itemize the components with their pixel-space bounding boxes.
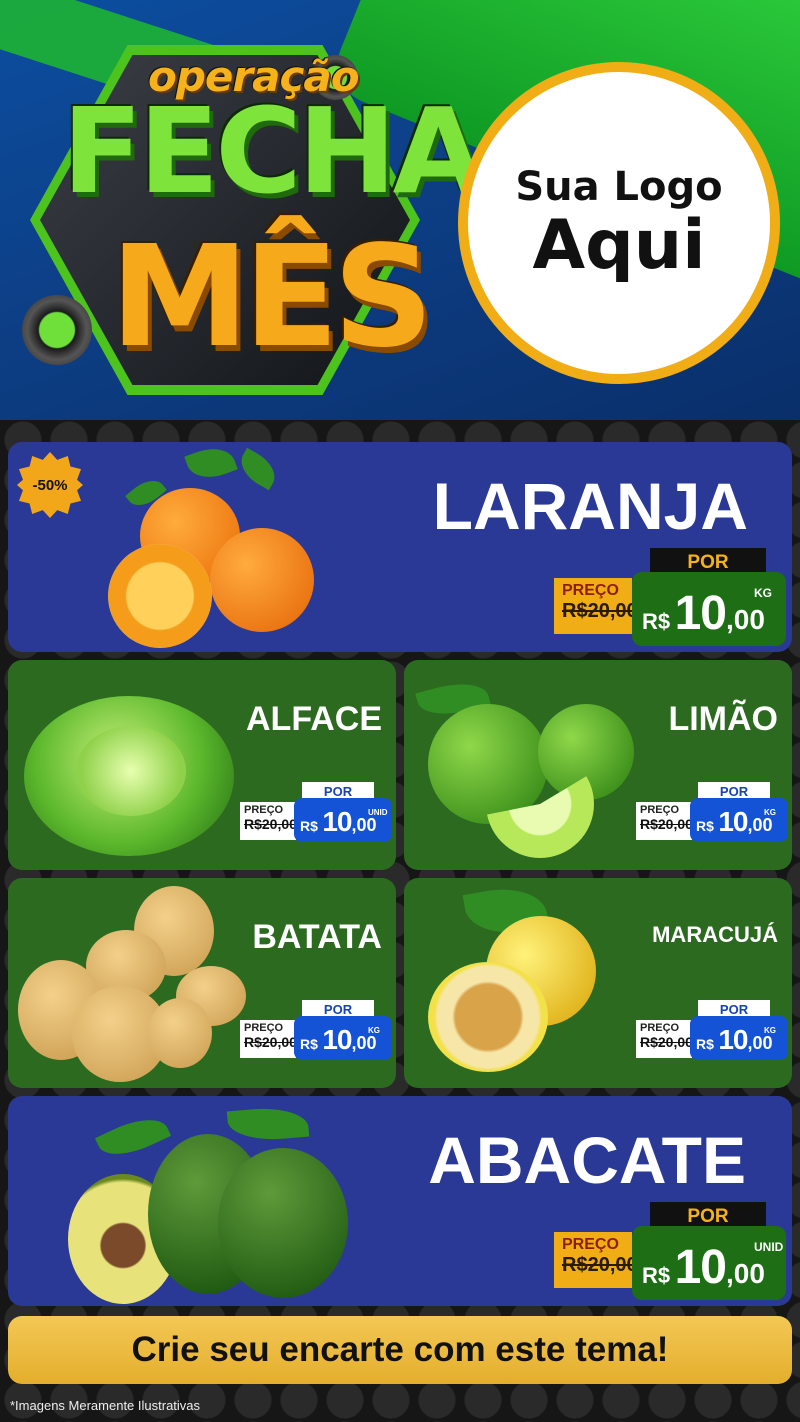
current-price: R$ 10,00 [690, 1016, 788, 1060]
product-name: LARANJA [432, 469, 748, 543]
current-price: R$ 10,00 [294, 798, 392, 842]
passion-fruit-image [426, 881, 626, 1082]
price-tag: POR PREÇO R$20,00 R$ 10,00 KG [240, 1000, 392, 1064]
price-cents: ,00 [747, 1033, 773, 1053]
unit-label: KG [764, 1026, 776, 1035]
price-cents: ,00 [725, 604, 765, 635]
header-banner: operação FECHA MÊS Sua Logo Aqui [0, 0, 800, 420]
currency: R$ [696, 818, 714, 834]
title-fecha: FECHA [62, 82, 484, 220]
product-card-limao: LIMÃO POR PREÇO R$20,00 R$ 10,00 KG [404, 660, 792, 870]
price-tag: POR PREÇO R$20,00 R$ 10,00 UNID [554, 1202, 792, 1302]
currency: R$ [642, 1263, 671, 1288]
logo-text-line2: Aqui [532, 206, 706, 286]
orange-image [98, 442, 328, 648]
price-int: 10 [718, 1024, 748, 1055]
unit-label: KG [764, 808, 776, 817]
product-name: ALFACE [246, 700, 382, 738]
current-price: R$ 10,00 [632, 1226, 786, 1300]
old-price-box: PREÇO R$20,00 [240, 802, 297, 840]
product-name: ABACATE [428, 1123, 746, 1197]
product-card-batata: BATATA POR PREÇO R$20,00 R$ 10,00 KG [8, 878, 396, 1088]
preco-label: PREÇO [640, 804, 680, 816]
old-price: R$20,00 [640, 816, 693, 832]
preco-label: PREÇO [562, 1236, 619, 1253]
unit-label: UNID [754, 1240, 784, 1254]
lime-image [415, 674, 638, 860]
product-name: MARACUJÁ [652, 922, 778, 947]
old-price-box: PREÇO R$20,00 [636, 802, 693, 840]
currency: R$ [300, 1036, 318, 1052]
flyer-page: operação FECHA MÊS Sua Logo Aqui LARANJA… [0, 0, 800, 1422]
old-price-box: PREÇO R$20,00 [554, 578, 638, 634]
product-card-alface: ALFACE POR PREÇO R$20,00 R$ 10,00 UNID [8, 660, 396, 870]
padlock-icon [22, 295, 92, 365]
price-cents: ,00 [747, 815, 773, 835]
old-price: R$20,00 [562, 1254, 638, 1276]
disclaimer: *Imagens Meramente Ilustrativas [10, 1398, 201, 1413]
unit-label: KG [754, 586, 772, 600]
price-cents: ,00 [351, 1033, 377, 1053]
old-price: R$20,00 [244, 816, 297, 832]
potato-image [16, 886, 246, 1082]
preco-label: PREÇO [244, 1022, 284, 1034]
price-int: 10 [718, 806, 748, 837]
currency: R$ [696, 1036, 714, 1052]
current-price: R$ 10,00 [294, 1016, 392, 1060]
price-int: 10 [322, 1024, 352, 1055]
old-price: R$20,00 [640, 1034, 693, 1050]
price-tag: POR PREÇO R$20,00 R$ 10,00 KG [636, 782, 788, 846]
title-mes: MÊS [110, 216, 434, 379]
unit-label: KG [368, 1026, 380, 1035]
price-tag: POR PREÇO R$20,00 R$ 10,00 KG [554, 548, 792, 648]
price-int: 10 [674, 1241, 727, 1294]
old-price-box: PREÇO R$20,00 [554, 1232, 638, 1288]
logo-text-line1: Sua Logo [515, 164, 723, 211]
preco-label: PREÇO [640, 1022, 680, 1034]
product-card-maracuja: MARACUJÁ POR PREÇO R$20,00 R$ 10,00 KG [404, 878, 792, 1088]
preco-label: PREÇO [562, 582, 619, 599]
old-price: R$20,00 [244, 1034, 297, 1050]
price-tag: POR PREÇO R$20,00 R$ 10,00 UNID [240, 782, 392, 846]
product-name: LIMÃO [668, 700, 778, 738]
preco-label: PREÇO [244, 804, 284, 816]
price-int: 10 [322, 806, 352, 837]
lettuce-image [16, 676, 236, 856]
logo-placeholder: Sua Logo Aqui [458, 62, 780, 384]
product-card-laranja: LARANJA POR PREÇO R$20,00 R$ 10,00 KG [8, 442, 792, 652]
price-int: 10 [674, 587, 727, 640]
price-tag: POR PREÇO R$20,00 R$ 10,00 KG [636, 1000, 788, 1064]
price-cents: ,00 [725, 1258, 765, 1289]
avocado-image [68, 1104, 358, 1304]
price-cents: ,00 [351, 815, 377, 835]
old-price: R$20,00 [562, 600, 638, 622]
cta-banner[interactable]: Crie seu encarte com este tema! [8, 1316, 792, 1384]
current-price: R$ 10,00 [690, 798, 788, 842]
currency: R$ [300, 818, 318, 834]
old-price-box: PREÇO R$20,00 [240, 1020, 297, 1058]
product-card-abacate: ABACATE POR PREÇO R$20,00 R$ 10,00 UNID [8, 1096, 792, 1306]
old-price-box: PREÇO R$20,00 [636, 1020, 693, 1058]
unit-label: UNID [368, 808, 388, 817]
current-price: R$ 10,00 [632, 572, 786, 646]
currency: R$ [642, 609, 671, 634]
product-name: BATATA [252, 918, 382, 956]
